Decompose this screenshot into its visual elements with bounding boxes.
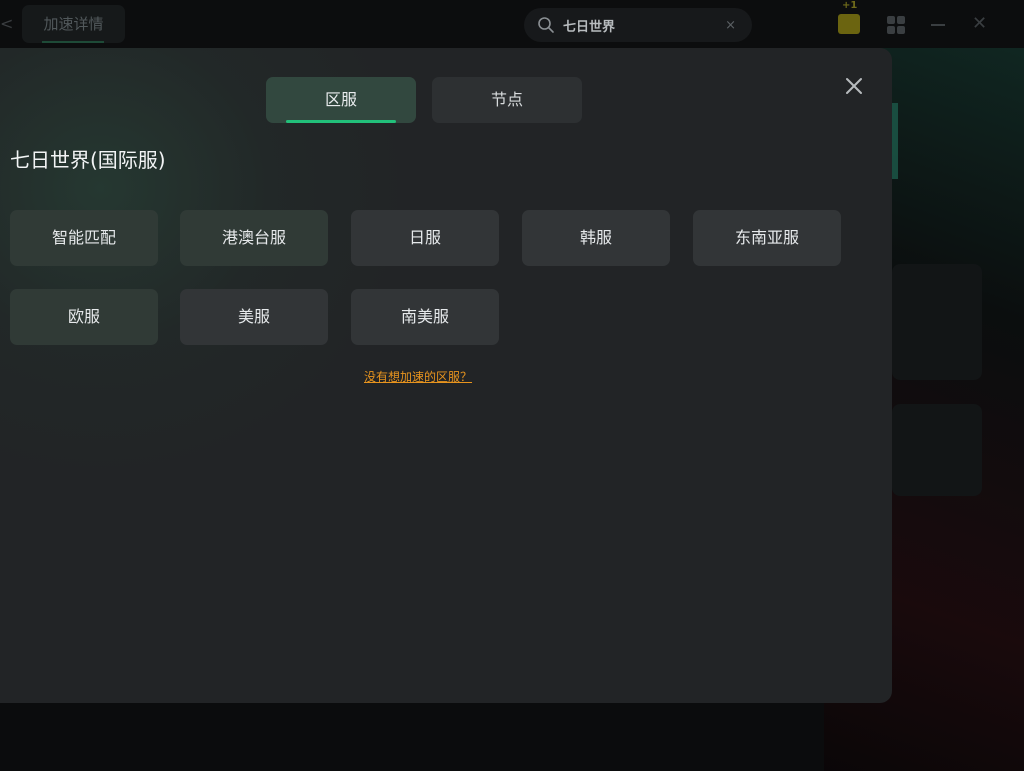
- close-icon[interactable]: [842, 74, 866, 98]
- server-option-southeast-asia[interactable]: 东南亚服: [693, 210, 841, 266]
- gift-icon[interactable]: [838, 14, 860, 34]
- apps-grid-icon[interactable]: [887, 16, 905, 34]
- app-window: < 加速详情 七日世界 × +1 ✕ 区服 节点 七日世界(国际服) 智能匹配 …: [0, 0, 1024, 771]
- gift-count-badge: +1: [842, 0, 858, 11]
- search-input-value[interactable]: 七日世界: [563, 16, 725, 35]
- tab-acceleration-details[interactable]: 加速详情: [22, 5, 125, 43]
- clear-search-icon[interactable]: ×: [725, 18, 736, 33]
- tab-region-label: 区服: [324, 90, 357, 109]
- back-arrow-icon[interactable]: <: [0, 14, 13, 34]
- server-option-us[interactable]: 美服: [180, 289, 328, 345]
- server-option-smart-match[interactable]: 智能匹配: [10, 210, 158, 266]
- server-option-europe[interactable]: 欧服: [10, 289, 158, 345]
- minimize-icon[interactable]: [931, 24, 945, 26]
- window-close-icon[interactable]: ✕: [972, 13, 987, 35]
- game-title: 七日世界(国际服): [10, 148, 166, 172]
- search-icon: [538, 17, 554, 33]
- tab-region[interactable]: 区服: [266, 77, 416, 123]
- active-tab-indicator: [286, 120, 396, 123]
- server-option-japan[interactable]: 日服: [351, 210, 499, 266]
- server-option-hk-mo-tw[interactable]: 港澳台服: [180, 210, 328, 266]
- tab-label: 加速详情: [43, 15, 104, 33]
- missing-server-link[interactable]: 没有想加速的区服？: [364, 368, 472, 385]
- top-bar: < 加速详情 七日世界 × +1 ✕: [0, 0, 1024, 48]
- search-box[interactable]: 七日世界 ×: [524, 8, 752, 42]
- background-card: [892, 404, 982, 496]
- tab-node[interactable]: 节点: [432, 77, 582, 123]
- server-option-korea[interactable]: 韩服: [522, 210, 670, 266]
- server-select-dialog: 区服 节点 七日世界(国际服) 智能匹配 港澳台服 日服 韩服 东南亚服 欧服 …: [0, 48, 892, 703]
- background-card: [892, 264, 982, 380]
- tab-node-label: 节点: [490, 90, 523, 109]
- tab-underline: [42, 41, 104, 43]
- server-option-south-america[interactable]: 南美服: [351, 289, 499, 345]
